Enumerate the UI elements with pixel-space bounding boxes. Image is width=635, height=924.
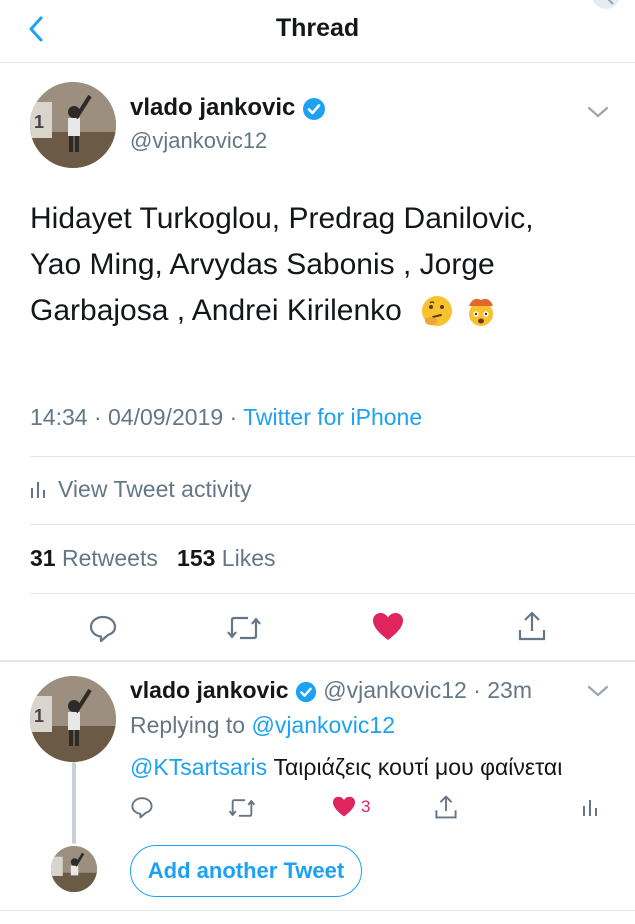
avatar[interactable]: 1 (30, 82, 116, 168)
chevron-down-icon[interactable] (585, 683, 611, 699)
bar-chart-icon (31, 482, 45, 498)
engagement-counts: 31 Retweets 153 Likes (30, 545, 276, 572)
author-name-row[interactable]: vlado jankovic (130, 94, 326, 122)
tweet-source-link[interactable]: Twitter for iPhone (243, 404, 422, 430)
bar-chart-icon[interactable] (582, 796, 600, 818)
chevron-down-icon[interactable] (585, 104, 611, 120)
reply-text: @KTsartsaris Ταιριάζεις κουτί μου φαίνετ… (130, 754, 562, 781)
reply-mention[interactable]: @KTsartsaris (130, 754, 267, 780)
retweet-icon[interactable] (228, 797, 256, 819)
avatar[interactable] (51, 846, 97, 892)
thinking-face-emoji (421, 296, 452, 326)
retweet-icon[interactable] (226, 614, 262, 642)
page-title: Thread (275, 14, 360, 42)
divider (0, 660, 635, 662)
share-icon[interactable] (517, 610, 547, 642)
tweet-text-line-with-emoji: Garbajosa , Andrei Kirilenko (30, 288, 610, 334)
tweet-text-line: Yao Ming, Arvydas Sabonis , Jorge (30, 248, 495, 281)
author-display-name[interactable]: vlado jankovic (130, 94, 295, 121)
svg-text:1: 1 (34, 112, 44, 132)
heart-icon[interactable] (372, 612, 404, 642)
thread-header: Thread (0, 0, 635, 63)
tweet-text-line: Hidayet Turkoglou, Predrag Danilovic, (30, 202, 534, 235)
heart-icon[interactable] (332, 796, 356, 818)
divider (30, 593, 635, 594)
avatar[interactable]: 1 (30, 676, 116, 762)
likes-link[interactable]: 153 Likes (177, 545, 275, 571)
thread-connector-line (72, 762, 76, 844)
retweets-label: Retweets (61, 545, 158, 571)
share-icon[interactable] (434, 794, 458, 820)
reply-icon[interactable] (130, 795, 154, 819)
reply-text-body: Ταιριάζεις κουτί μου φαίνεται (267, 754, 563, 780)
verified-badge-icon (295, 681, 316, 703)
divider (30, 456, 635, 457)
view-tweet-activity-label[interactable]: View Tweet activity (58, 476, 251, 502)
reply-header: vlado jankovic @vjankovic12 · 23m (130, 677, 532, 704)
likes-label: Likes (221, 545, 276, 571)
replying-to-prefix: Replying to (130, 712, 252, 738)
divider (0, 910, 635, 911)
reply-icon[interactable] (88, 613, 118, 643)
reply-handle-time: @vjankovic12 · 23m (323, 677, 533, 703)
verified-badge-icon (303, 97, 326, 120)
tweet-text-line: Garbajosa , Andrei Kirilenko (30, 294, 402, 327)
replying-to-handle[interactable]: @vjankovic12 (251, 712, 395, 738)
tweet-meta: 14:34 · 04/09/2019 · Twitter for iPhone (30, 404, 422, 431)
exploding-head-emoji (468, 298, 493, 326)
divider (30, 524, 635, 525)
tweet-text: Hidayet Turkoglou, Predrag Danilovic, Ya… (30, 196, 610, 334)
close-icon[interactable] (591, 0, 621, 14)
tweet-timestamp: 14:34 · 04/09/2019 · (30, 404, 244, 430)
svg-text:1: 1 (34, 706, 44, 726)
view-tweet-activity-row[interactable]: View Tweet activity (30, 476, 251, 503)
add-another-tweet-button[interactable]: Add another Tweet (130, 845, 362, 897)
reply-like-count: 3 (361, 797, 371, 816)
reply-author-name[interactable]: vlado jankovic (130, 677, 289, 703)
likes-count: 153 (177, 545, 216, 571)
replying-to: Replying to @vjankovic12 (130, 712, 395, 739)
retweets-count: 31 (30, 545, 56, 571)
retweets-link[interactable]: 31 Retweets (30, 545, 158, 571)
author-handle[interactable]: @vjankovic12 (130, 128, 267, 154)
